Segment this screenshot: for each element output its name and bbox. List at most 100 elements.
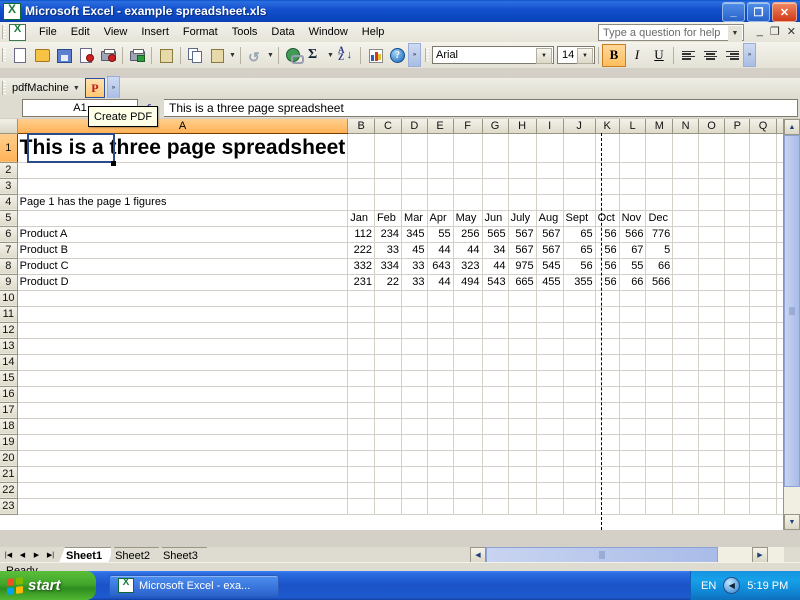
cell-I15[interactable] <box>536 370 563 386</box>
cell-L14[interactable] <box>619 354 646 370</box>
cell-Q10[interactable] <box>750 290 776 306</box>
cell-N2[interactable] <box>673 162 699 178</box>
cell-M10[interactable] <box>646 290 673 306</box>
cell-N16[interactable] <box>673 386 699 402</box>
font-name-combo[interactable]: Arial ▼ <box>432 46 554 64</box>
cell-C11[interactable] <box>374 306 401 322</box>
cell-G3[interactable] <box>482 178 508 194</box>
fill-handle[interactable] <box>111 161 116 166</box>
pdfmachine-menu[interactable]: pdfMachine <box>9 82 72 94</box>
cell-L4[interactable] <box>619 194 646 210</box>
row-header-13[interactable]: 13 <box>0 338 17 354</box>
cell-F18[interactable] <box>453 418 482 434</box>
column-header-k[interactable]: K <box>595 119 619 133</box>
cell-C10[interactable] <box>374 290 401 306</box>
cell-D1[interactable] <box>402 133 428 162</box>
cell-O7[interactable] <box>699 242 725 258</box>
row-header-10[interactable]: 10 <box>0 290 17 306</box>
cell-N6[interactable] <box>673 226 699 242</box>
column-header-a[interactable]: A <box>17 119 348 133</box>
cell-A19[interactable] <box>17 434 348 450</box>
pdfmachine-dropdown-icon[interactable]: ▼ <box>72 85 81 92</box>
cell-N21[interactable] <box>673 466 699 482</box>
cell-A18[interactable] <box>17 418 348 434</box>
cell-K6[interactable]: 56 <box>595 226 619 242</box>
menu-item-data[interactable]: Data <box>264 24 301 40</box>
cell-Q19[interactable] <box>750 434 776 450</box>
toolbar-overflow-button[interactable]: » <box>408 43 421 67</box>
cell-Q5[interactable] <box>750 210 776 226</box>
cell-Q21[interactable] <box>750 466 776 482</box>
cell-F11[interactable] <box>453 306 482 322</box>
cell-A12[interactable] <box>17 322 348 338</box>
save-button[interactable] <box>53 44 75 66</box>
row-header-19[interactable]: 19 <box>0 434 17 450</box>
cell-O9[interactable] <box>699 274 725 290</box>
cell-E21[interactable] <box>427 466 453 482</box>
cell-H7[interactable]: 567 <box>508 242 536 258</box>
cell-D4[interactable] <box>402 194 428 210</box>
cell-A22[interactable] <box>17 482 348 498</box>
cell-A2[interactable] <box>17 162 348 178</box>
column-header-l[interactable]: L <box>619 119 646 133</box>
cell-H22[interactable] <box>508 482 536 498</box>
underline-button[interactable]: U <box>648 45 670 66</box>
cell-O18[interactable] <box>699 418 725 434</box>
cell-L20[interactable] <box>619 450 646 466</box>
cell-B19[interactable] <box>348 434 375 450</box>
document-icon[interactable] <box>9 24 26 41</box>
cell-I21[interactable] <box>536 466 563 482</box>
cell-P22[interactable] <box>725 482 750 498</box>
cell-B2[interactable] <box>348 162 375 178</box>
italic-button[interactable]: I <box>626 45 648 66</box>
cell-I2[interactable] <box>536 162 563 178</box>
cell-K19[interactable] <box>595 434 619 450</box>
cell-A20[interactable] <box>17 450 348 466</box>
cell-D7[interactable]: 45 <box>402 242 428 258</box>
cell-M17[interactable] <box>646 402 673 418</box>
cell-O12[interactable] <box>699 322 725 338</box>
cell-P20[interactable] <box>725 450 750 466</box>
cell-D8[interactable]: 33 <box>402 258 428 274</box>
cell-G1[interactable] <box>482 133 508 162</box>
cell-J8[interactable]: 56 <box>563 258 595 274</box>
column-header-q[interactable]: Q <box>750 119 776 133</box>
cell-J20[interactable] <box>563 450 595 466</box>
cell-C22[interactable] <box>374 482 401 498</box>
cell-A11[interactable] <box>17 306 348 322</box>
cell-I16[interactable] <box>536 386 563 402</box>
cell-I11[interactable] <box>536 306 563 322</box>
chevron-down-icon[interactable]: ▼ <box>577 48 593 64</box>
cell-Q14[interactable] <box>750 354 776 370</box>
column-header-c[interactable]: C <box>374 119 401 133</box>
cell-F10[interactable] <box>453 290 482 306</box>
cell-G20[interactable] <box>482 450 508 466</box>
permission-button[interactable] <box>75 44 97 66</box>
cell-L23[interactable] <box>619 498 646 514</box>
cell-P5[interactable] <box>725 210 750 226</box>
cell-Q13[interactable] <box>750 338 776 354</box>
cell-E23[interactable] <box>427 498 453 514</box>
cell-H1[interactable] <box>508 133 536 162</box>
cell-G22[interactable] <box>482 482 508 498</box>
cell-I17[interactable] <box>536 402 563 418</box>
cell-D16[interactable] <box>402 386 428 402</box>
cell-D3[interactable] <box>402 178 428 194</box>
row-header-11[interactable]: 11 <box>0 306 17 322</box>
cell-C7[interactable]: 33 <box>374 242 401 258</box>
show-hidden-icons-icon[interactable]: ◀ <box>723 577 740 594</box>
row-header-16[interactable]: 16 <box>0 386 17 402</box>
cell-N20[interactable] <box>673 450 699 466</box>
cell-C19[interactable] <box>374 434 401 450</box>
cell-C5[interactable]: Feb <box>374 210 401 226</box>
cell-A4[interactable]: Page 1 has the page 1 figures <box>17 194 348 210</box>
cell-J7[interactable]: 65 <box>563 242 595 258</box>
cell-L2[interactable] <box>619 162 646 178</box>
cell-D9[interactable]: 33 <box>402 274 428 290</box>
cell-M6[interactable]: 776 <box>646 226 673 242</box>
cell-K2[interactable] <box>595 162 619 178</box>
cell-C13[interactable] <box>374 338 401 354</box>
cell-M2[interactable] <box>646 162 673 178</box>
cell-B10[interactable] <box>348 290 375 306</box>
cell-D21[interactable] <box>402 466 428 482</box>
